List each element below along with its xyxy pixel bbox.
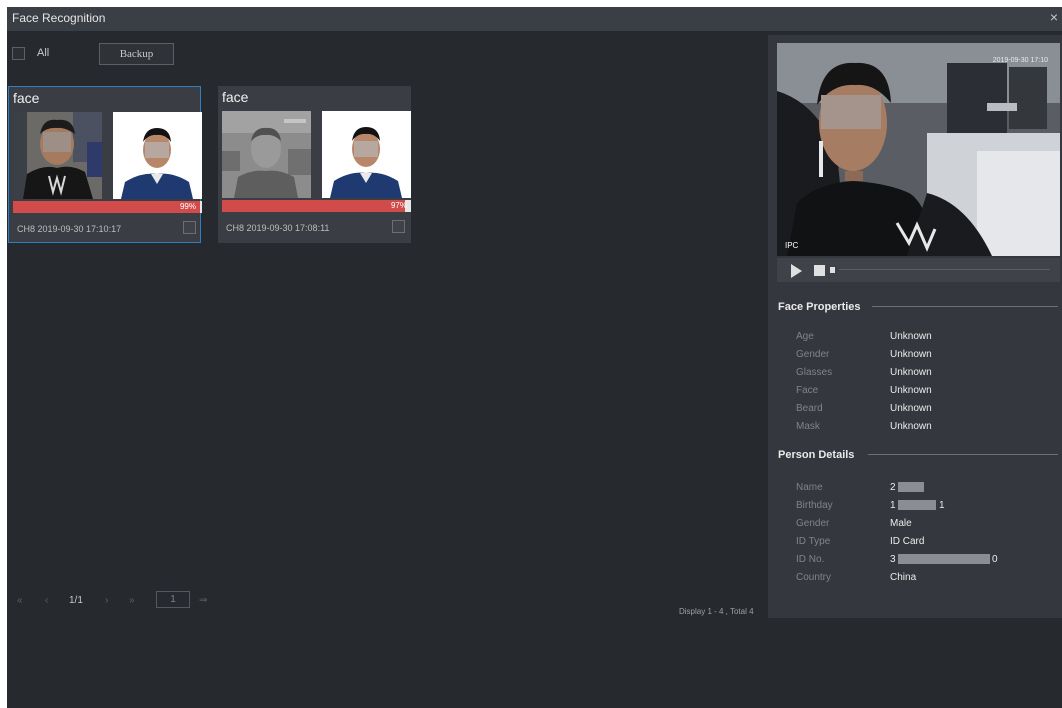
id-number-suffix: 0 (992, 554, 998, 565)
playback-progress-slider[interactable] (830, 267, 1050, 273)
birthday-redaction (898, 500, 936, 510)
playback-controls (777, 258, 1060, 282)
go-page-button[interactable]: ⇒ (199, 595, 207, 606)
beard-label: Beard (796, 403, 823, 414)
display-total: Display 1 - 4 , Total 4 (679, 607, 754, 616)
age-value: Unknown (890, 331, 932, 342)
face-gender-label: Gender (796, 349, 830, 360)
person-gender-label: Gender (796, 518, 830, 529)
last-page-button[interactable]: » (129, 595, 135, 606)
page-number-input[interactable]: 1 (156, 591, 190, 608)
detail-panel: 2019-09-30 17:10 IPC Face Properties Age… (768, 35, 1062, 618)
glasses-value: Unknown (890, 367, 932, 378)
card-title: face (13, 90, 40, 106)
beard-value: Unknown (890, 403, 932, 414)
result-card[interactable]: face (218, 86, 411, 243)
birthday-label: Birthday (796, 500, 833, 511)
similarity-bar (222, 200, 411, 212)
video-channel-label: IPC (785, 241, 799, 250)
similarity-bar (13, 201, 202, 213)
person-gender-value: Male (890, 518, 912, 529)
mask-value: Unknown (890, 421, 932, 432)
similarity-bar-fill (222, 200, 406, 212)
playback-progress-knob[interactable] (830, 267, 835, 273)
id-type-value: ID Card (890, 536, 925, 547)
prev-page-button[interactable]: ‹ (45, 595, 48, 606)
face-label: Face (796, 385, 819, 396)
birthday-suffix: 1 (939, 500, 945, 511)
person-details-heading: Person Details (778, 449, 855, 461)
similarity-bar-fill (13, 201, 201, 213)
face-properties-heading: Face Properties (778, 301, 861, 313)
glasses-label: Glasses (796, 367, 833, 378)
capture-info: CH8 2019-09-30 17:10:17 (17, 224, 122, 234)
window-title: Face Recognition (12, 11, 106, 25)
stop-icon[interactable] (814, 265, 825, 276)
id-number-value: 3 (890, 554, 896, 565)
id-number-label: ID No. (796, 554, 825, 565)
card-checkbox[interactable] (183, 221, 196, 234)
face-value: Unknown (890, 385, 932, 396)
select-all-label: All (37, 47, 50, 59)
section-divider (868, 454, 1058, 455)
snapshot-image (222, 111, 311, 198)
result-card[interactable]: face (8, 86, 202, 243)
toolbar: All Backup (7, 31, 767, 75)
snapshot-image (13, 112, 102, 199)
id-number-redaction (898, 554, 990, 564)
face-recognition-window: Face Recognition × All Backup face 99% C… (7, 7, 1062, 708)
section-divider (872, 306, 1058, 307)
mask-label: Mask (796, 421, 820, 432)
playback-progress-track (839, 269, 1050, 270)
select-all-checkbox[interactable] (12, 47, 25, 60)
face-gender-value: Unknown (890, 349, 932, 360)
name-redaction (898, 482, 924, 492)
name-value: 2 (890, 482, 896, 493)
similarity-percent: 97% (390, 201, 407, 210)
country-value: China (890, 572, 917, 583)
next-page-button[interactable]: › (105, 595, 108, 606)
reference-image (322, 111, 411, 198)
reference-image (113, 112, 202, 199)
id-type-label: ID Type (796, 536, 831, 547)
capture-info: CH8 2019-09-30 17:08:11 (226, 223, 330, 233)
country-label: Country (796, 572, 832, 583)
title-bar: Face Recognition × (7, 7, 1062, 31)
play-icon[interactable] (791, 264, 802, 278)
first-page-button[interactable]: « (17, 595, 23, 606)
card-checkbox[interactable] (392, 220, 405, 233)
close-icon[interactable]: × (1050, 9, 1058, 25)
birthday-value: 1 (890, 500, 896, 511)
video-preview: 2019-09-30 17:10 IPC (777, 43, 1060, 256)
age-label: Age (796, 331, 814, 342)
name-label: Name (796, 482, 823, 493)
video-osd-timestamp: 2019-09-30 17:10 (992, 57, 1048, 64)
backup-button[interactable]: Backup (99, 43, 174, 65)
card-title: face (222, 89, 249, 105)
similarity-percent: 99% (179, 202, 196, 211)
page-indicator: 1/1 (69, 595, 83, 606)
